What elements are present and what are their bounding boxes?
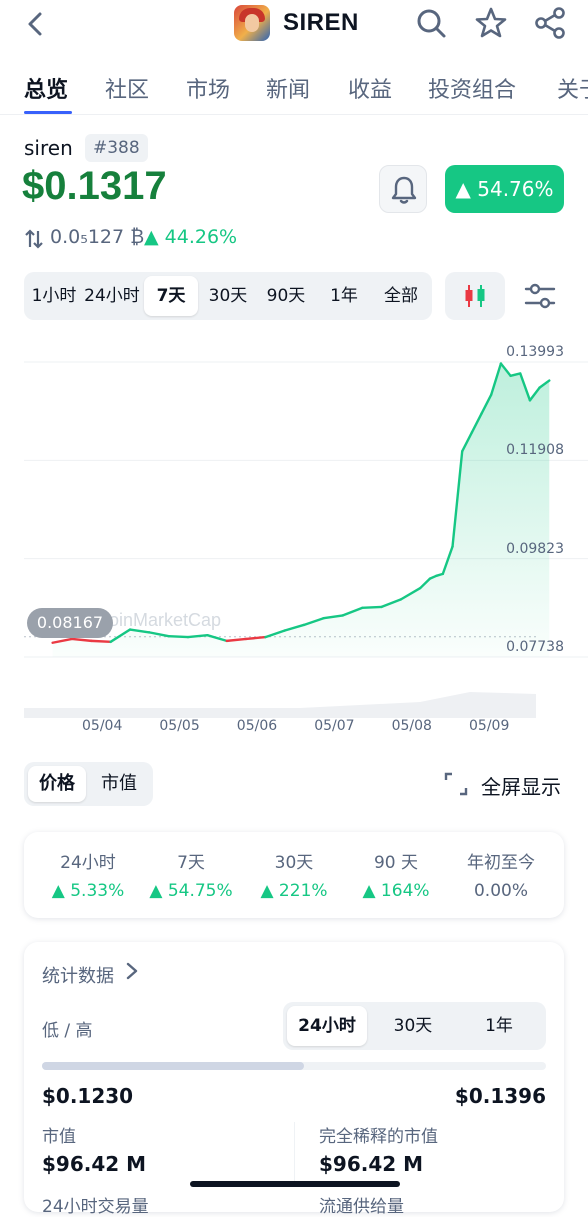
volume-label: 24小时交易量 — [42, 1197, 149, 1217]
current-price-marker: 0.08167 — [27, 608, 113, 638]
stats-period-selector: 24小时 30天 1年 — [283, 1002, 546, 1050]
perf-value: ▲ 221% — [260, 881, 328, 901]
perf-label: 24小时 — [60, 853, 116, 873]
back-arrow-icon[interactable] — [22, 8, 50, 40]
toggle-market-cap[interactable]: 市值 — [90, 766, 148, 802]
perf-value: ▲ 54.75% — [149, 881, 233, 901]
perf-label: 90 天 — [373, 853, 419, 873]
fdv-value: $96.42 M — [319, 1152, 424, 1176]
time-range-selector: 1小时 24小时 7天 30天 90天 1年 全部 — [24, 272, 432, 320]
price-chart-svg — [24, 361, 588, 718]
x-axis-tick-label: 05/06 — [236, 718, 278, 734]
y-axis-tick-label: 0.07738 — [506, 639, 564, 655]
x-axis-tick-label: 05/07 — [314, 718, 355, 734]
range-24h[interactable]: 24小时 — [82, 276, 142, 316]
coin-title: SIREN — [283, 9, 359, 36]
low-value: $0.1230 — [42, 1084, 134, 1108]
active-tab-indicator — [24, 111, 72, 114]
range-90d[interactable]: 90天 — [258, 276, 314, 316]
home-indicator — [190, 1181, 400, 1187]
price-change-badge: ▲ 54.76% — [445, 165, 564, 213]
period-30d[interactable]: 30天 — [373, 1006, 453, 1046]
x-axis-tick-label: 05/05 — [159, 718, 200, 734]
price-mcap-toggle: 价格 市值 — [24, 762, 153, 806]
stats-divider — [294, 1122, 295, 1182]
perf-ytd: 年初至今 0.00% — [456, 848, 546, 901]
section-tabs: 总览 社区 市场 新闻 收益 投资组合 关于 — [0, 68, 588, 115]
period-24h[interactable]: 24小时 — [287, 1006, 367, 1046]
market-cap-value: $96.42 M — [42, 1152, 147, 1176]
statistics-card: 统计数据 低 / 高 24小时 30天 1年 $0.1230 $0.1396 市… — [24, 942, 564, 1217]
chevron-right-icon[interactable] — [124, 960, 140, 982]
range-1y[interactable]: 1年 — [316, 276, 372, 316]
btc-price: 0.0₅127 ₿ — [50, 226, 145, 248]
tab-yield[interactable]: 收益 — [348, 72, 392, 104]
market-cap-label: 市值 — [42, 1127, 76, 1147]
perf-value: ▲ 164% — [362, 881, 430, 901]
y-axis-tick-label: 0.11908 — [506, 442, 564, 459]
coin-logo — [234, 5, 270, 41]
range-7d[interactable]: 7天 — [144, 276, 198, 316]
price-line-segment — [361, 605, 383, 610]
perf-value: ▲ 5.33% — [51, 881, 125, 901]
high-value: $0.1396 — [454, 1084, 546, 1108]
price-chart[interactable]: 0.13993 0.11908 0.09823 0.07738 05/04 05/05 0… — [0, 340, 588, 740]
x-axis-tick-label: 05/09 — [469, 718, 510, 734]
perf-value: 0.00% — [473, 881, 528, 901]
range-all[interactable]: 全部 — [374, 276, 428, 316]
fullscreen-label: 全屏显示 — [481, 775, 561, 799]
price-line-segment — [90, 639, 112, 644]
perf-7d: 7天 ▲ 54.75% — [142, 848, 240, 901]
stats-title[interactable]: 统计数据 — [42, 962, 114, 988]
perf-label: 年初至今 — [467, 853, 535, 873]
perf-30d: 30天 ▲ 221% — [252, 848, 336, 901]
circulating-supply-label: 流通供给量 — [319, 1197, 404, 1217]
candlestick-icon — [465, 285, 485, 307]
y-axis-tick-label: 0.13993 — [506, 344, 564, 360]
range-30d[interactable]: 30天 — [200, 276, 256, 316]
rank-badge: #388 — [85, 134, 148, 162]
app-header: SIREN — [0, 0, 588, 48]
tab-markets[interactable]: 市场 — [186, 72, 230, 104]
share-icon[interactable] — [533, 6, 567, 40]
bell-icon — [391, 176, 417, 204]
y-axis-tick-label: 0.09823 — [506, 540, 564, 557]
candlestick-toggle-button[interactable] — [445, 272, 505, 320]
perf-24h: 24小时 ▲ 5.33% — [44, 848, 132, 901]
low-high-range-bar — [42, 1062, 546, 1070]
low-high-label: 低 / 高 — [42, 1021, 93, 1041]
price-line-segment — [167, 634, 190, 639]
tab-community[interactable]: 社区 — [105, 72, 149, 104]
btc-change: ▲ 44.26% — [144, 226, 238, 248]
x-axis-tick-label: 05/08 — [391, 718, 432, 734]
fdv-label: 完全稀释的市值 — [319, 1127, 438, 1147]
tab-about[interactable]: 关于 — [557, 72, 588, 104]
perf-90d: 90 天 ▲ 164% — [354, 848, 438, 901]
volume-band — [24, 692, 536, 718]
x-axis-tick-label: 05/04 — [82, 718, 123, 734]
range-bar-fill — [42, 1062, 305, 1070]
tab-portfolio[interactable]: 投资组合 — [428, 72, 516, 104]
period-1y[interactable]: 1年 — [459, 1006, 539, 1046]
current-price: $0.1317 — [22, 164, 167, 208]
price-alert-button[interactable] — [379, 165, 427, 213]
chart-watermark: CoinMarketCap — [96, 610, 222, 630]
chart-settings-icon[interactable] — [522, 278, 558, 314]
perf-label: 7天 — [177, 853, 205, 873]
perf-label: 30天 — [274, 853, 314, 873]
performance-card: 24小时 ▲ 5.33% 7天 ▲ 54.75% 30天 ▲ 221% 90 天… — [24, 832, 564, 918]
tab-overview[interactable]: 总览 — [24, 72, 68, 104]
star-icon[interactable] — [474, 6, 508, 40]
tab-news[interactable]: 新闻 — [266, 72, 310, 104]
toggle-price[interactable]: 价格 — [28, 766, 86, 802]
swap-arrows-icon — [25, 229, 43, 249]
search-icon[interactable] — [414, 6, 448, 40]
range-1h[interactable]: 1小时 — [28, 276, 80, 316]
fullscreen-icon — [444, 772, 468, 796]
coin-name: siren — [24, 136, 73, 160]
